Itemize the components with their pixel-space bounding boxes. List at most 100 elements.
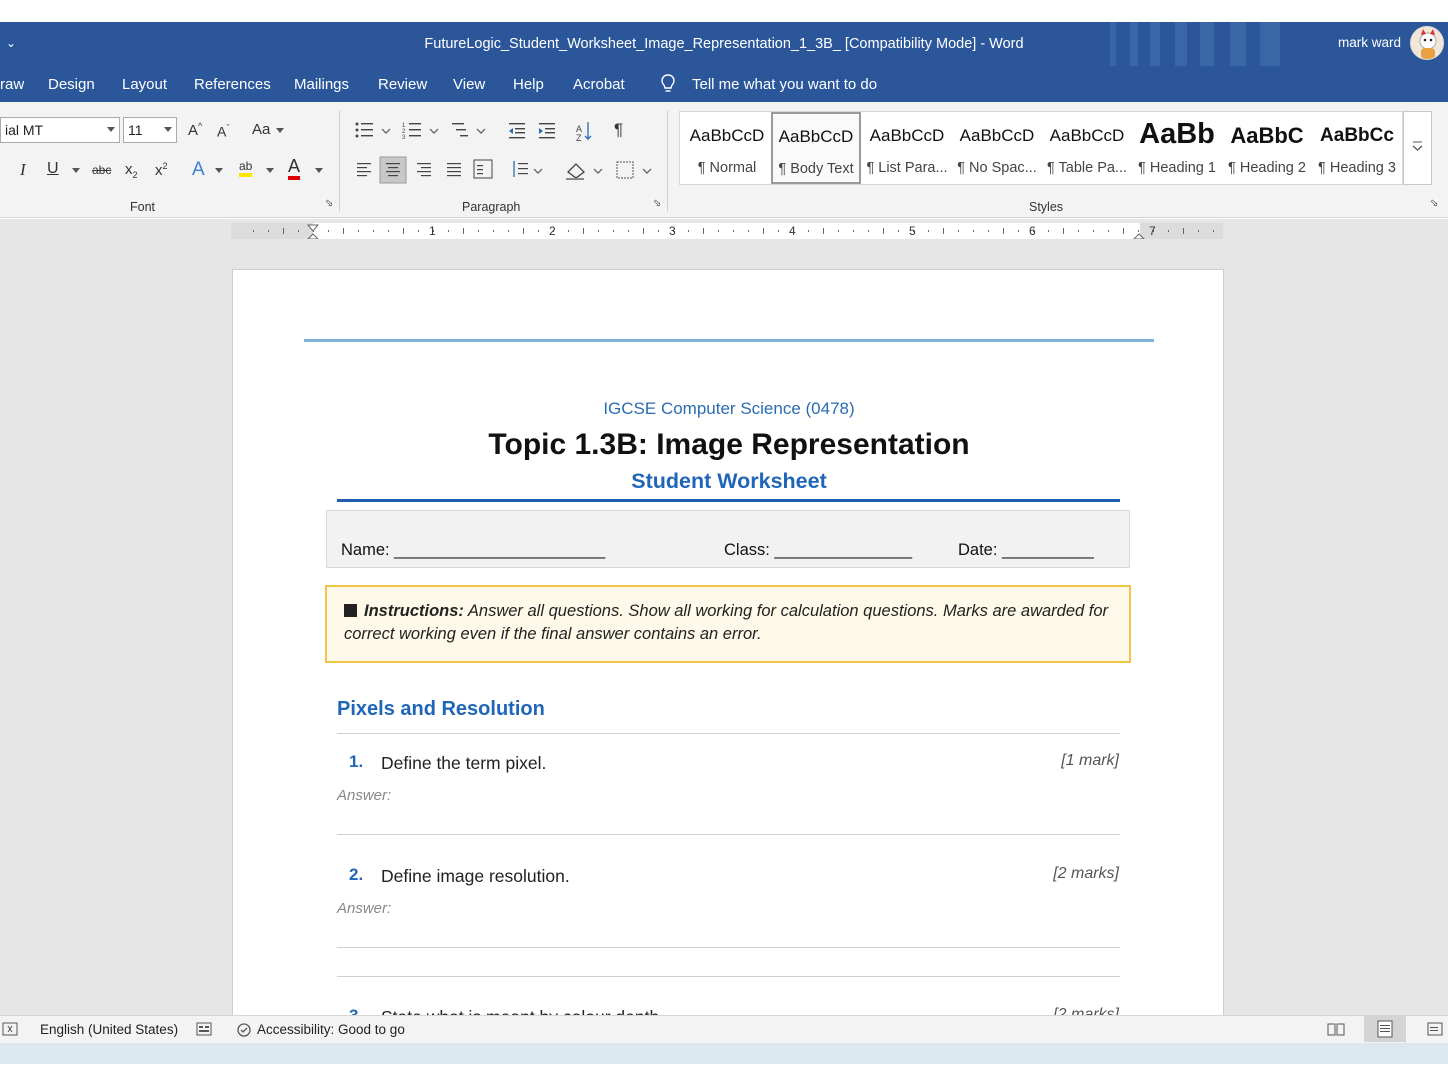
chevron-down-icon[interactable] xyxy=(266,168,274,173)
text-effects-button[interactable]: A xyxy=(192,159,205,181)
read-mode-icon[interactable] xyxy=(1326,1020,1346,1038)
ruler-tick xyxy=(343,228,344,234)
text-direction-icon[interactable] xyxy=(473,159,493,179)
ruler-tick xyxy=(493,230,494,232)
ruler-tick xyxy=(538,230,539,232)
ruler-tick xyxy=(1063,228,1064,234)
tab-draw[interactable]: raw xyxy=(0,76,24,93)
style-heading-2[interactable]: AaBbC ¶ Heading 2 xyxy=(1222,112,1312,184)
chevron-down-icon[interactable] xyxy=(164,127,172,132)
tab-design[interactable]: Design xyxy=(48,76,95,93)
macro-recording-icon[interactable] xyxy=(2,1022,18,1036)
style-heading-1[interactable]: AaBb ¶ Heading 1 xyxy=(1132,112,1222,184)
tab-layout[interactable]: Layout xyxy=(122,76,167,93)
instructions-box: Instructions: Answer all questions. Show… xyxy=(325,585,1131,663)
print-layout-button[interactable] xyxy=(1364,1016,1406,1042)
superscript-button[interactable]: x2 xyxy=(155,161,168,179)
ruler-tick xyxy=(808,230,809,232)
avatar[interactable] xyxy=(1410,26,1444,60)
shading-icon[interactable] xyxy=(566,163,603,180)
tab-mailings[interactable]: Mailings xyxy=(294,76,349,93)
font-name-combo[interactable]: ial MT xyxy=(0,117,120,143)
lightbulb-icon xyxy=(661,74,675,92)
borders-icon[interactable] xyxy=(616,161,652,179)
group-separator xyxy=(667,110,668,212)
class-field[interactable]: Class: _______________ xyxy=(724,541,912,560)
sort-icon[interactable]: A Z xyxy=(576,122,592,143)
style-table-paragraph[interactable]: AaBbCcD ¶ Table Pa... xyxy=(1042,112,1132,184)
ruler-tick xyxy=(448,230,449,232)
ruler-ticks xyxy=(253,224,1214,239)
increase-indent-icon[interactable] xyxy=(539,123,555,139)
name-field[interactable]: Name: _______________________ xyxy=(341,541,605,560)
svg-text:3: 3 xyxy=(402,135,406,141)
tab-help[interactable]: Help xyxy=(513,76,544,93)
tab-view[interactable]: View xyxy=(453,76,485,93)
language-status[interactable]: English (United States) xyxy=(40,1022,178,1037)
chevron-down-icon[interactable] xyxy=(276,128,284,133)
question-number: 1. xyxy=(349,752,364,771)
bullets-icon[interactable] xyxy=(355,122,391,138)
accessibility-status[interactable]: Accessibility: Good to go xyxy=(257,1022,405,1037)
ruler-tick xyxy=(1168,230,1169,232)
text-predictions-icon[interactable] xyxy=(196,1022,212,1036)
ruler-tick xyxy=(1198,230,1199,232)
ruler-tick xyxy=(1108,230,1109,232)
change-case-button[interactable]: Aa xyxy=(252,121,270,138)
styles-dialog-launcher-icon[interactable]: ⬂ xyxy=(1430,198,1438,209)
paragraph-dialog-launcher-icon[interactable]: ⬂ xyxy=(653,198,661,209)
styles-more-button[interactable] xyxy=(1403,111,1432,185)
align-left-icon[interactable] xyxy=(357,163,371,177)
style-body-text[interactable]: AaBbCcD ¶ Body Text xyxy=(771,112,861,184)
ruler-tick xyxy=(373,230,374,232)
style-normal[interactable]: AaBbCcD ¶ Normal xyxy=(682,112,772,184)
style-no-spacing[interactable]: AaBbCcD ¶ No Spac... xyxy=(952,112,1042,184)
user-name[interactable]: mark ward xyxy=(1338,35,1401,50)
justify-icon[interactable] xyxy=(447,163,461,177)
underline-button[interactable]: U xyxy=(47,160,59,178)
tab-review[interactable]: Review xyxy=(378,76,427,93)
chevron-down-icon[interactable] xyxy=(72,168,80,173)
strikethrough-button[interactable]: abc xyxy=(92,163,111,177)
ruler-tick xyxy=(598,230,599,232)
print-layout-icon xyxy=(1377,1020,1393,1038)
show-formatting-marks-button[interactable]: ¶ xyxy=(614,120,623,140)
grow-font-button[interactable]: A^ xyxy=(188,121,202,139)
align-right-icon[interactable] xyxy=(417,163,431,177)
font-dialog-launcher-icon[interactable]: ⬂ xyxy=(325,198,333,209)
font-color-button[interactable]: A xyxy=(288,157,301,180)
multilevel-list-icon[interactable] xyxy=(452,123,486,137)
chevron-down-icon[interactable] xyxy=(315,168,323,173)
style-name: ¶ Table Pa... xyxy=(1046,160,1128,176)
style-name: ¶ Heading 2 xyxy=(1228,160,1306,176)
ruler-tick xyxy=(298,230,299,232)
accessibility-check-icon[interactable] xyxy=(235,1021,255,1039)
style-preview: AaBb xyxy=(1139,118,1215,150)
style-preview: AaBbCcD xyxy=(778,127,854,146)
style-heading-3[interactable]: AaBbCc ¶ Heading 3 xyxy=(1312,112,1402,184)
ruler-tick xyxy=(868,230,869,232)
tab-acrobat[interactable]: Acrobat xyxy=(573,76,625,93)
chevron-down-icon[interactable] xyxy=(215,168,223,173)
horizontal-ruler[interactable]: 1 2 3 4 5 6 7 xyxy=(231,223,1223,239)
subscript-button[interactable]: x2 xyxy=(125,161,138,180)
italic-button[interactable]: I xyxy=(20,160,26,180)
tab-references[interactable]: References xyxy=(194,76,271,93)
decrease-indent-icon[interactable] xyxy=(509,123,525,139)
font-size-combo[interactable]: 11 xyxy=(123,117,177,143)
ruler-tick xyxy=(283,228,284,234)
chevron-down-icon[interactable] xyxy=(107,127,115,132)
align-center-icon[interactable] xyxy=(379,156,407,184)
numbering-icon[interactable]: 1 2 3 xyxy=(402,123,439,141)
shrink-font-button[interactable]: Aˇ xyxy=(217,123,229,140)
document-area[interactable]: 1 2 3 4 5 6 7 IGCSE Computer Science (04… xyxy=(0,219,1448,1015)
web-layout-icon[interactable] xyxy=(1426,1020,1446,1038)
highlight-button[interactable]: ab xyxy=(239,159,253,177)
ruler-tick xyxy=(688,230,689,232)
style-list-paragraph[interactable]: AaBbCcD ¶ List Para... xyxy=(862,112,952,184)
date-field[interactable]: Date: __________ xyxy=(958,541,1094,560)
line-spacing-icon[interactable] xyxy=(513,161,543,177)
document-page[interactable]: IGCSE Computer Science (0478) Topic 1.3B… xyxy=(232,269,1224,1015)
tell-me-search[interactable]: Tell me what you want to do xyxy=(692,76,877,93)
question-text: State what is meant by colour depth. xyxy=(381,1007,664,1015)
